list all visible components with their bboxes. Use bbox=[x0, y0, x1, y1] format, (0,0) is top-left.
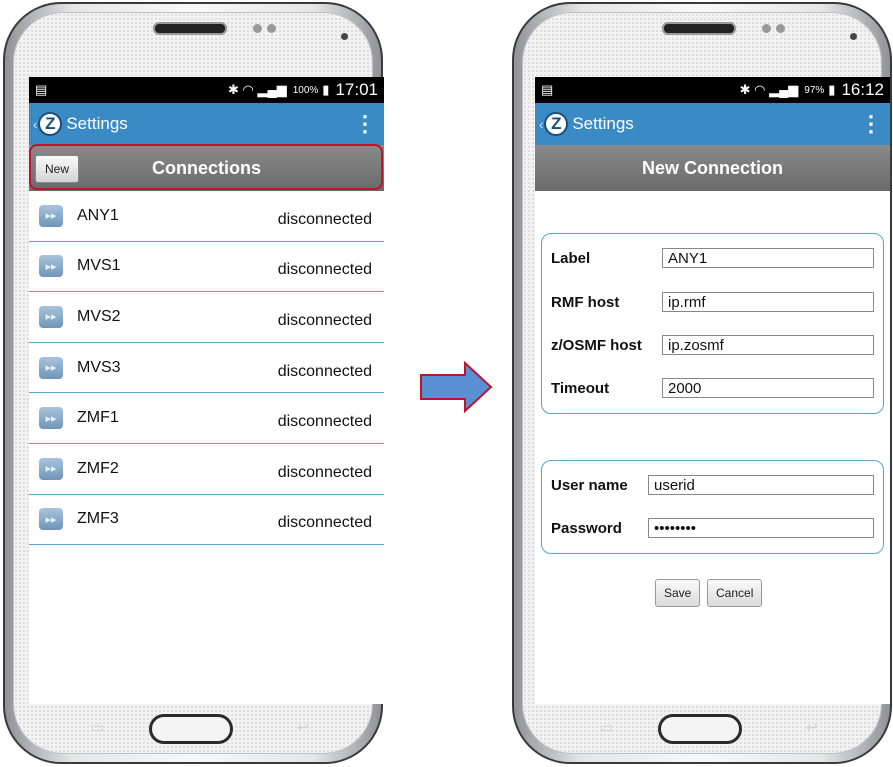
connection-icon: ▸▸ bbox=[39, 305, 63, 328]
battery-percent: 97% bbox=[804, 84, 825, 96]
status-bar: ▤ ✱ ◠ ▂▄▆ 100% ▮ 17:01 bbox=[29, 77, 384, 103]
timeout-label: Timeout bbox=[551, 379, 610, 397]
right-phone-frame: ▭ ↩ ▤ ✱ ◠ ▂▄▆ 97% ▮ 16:12 ‹ Z Settings ⋮… bbox=[512, 2, 892, 764]
action-bar: ‹ Z Settings ⋮ bbox=[535, 103, 890, 145]
connection-row[interactable]: ▸▸ ZMF1 disconnected bbox=[29, 393, 384, 444]
cancel-button[interactable]: Cancel bbox=[707, 579, 763, 607]
arrow-right-icon bbox=[420, 361, 493, 413]
rmf-host-input[interactable] bbox=[662, 292, 874, 312]
user-name-label: User name bbox=[551, 476, 628, 494]
action-bar-title: Settings bbox=[66, 114, 128, 133]
ambient-sensor bbox=[850, 33, 857, 40]
zosmf-host-row: z/OSMF host bbox=[542, 333, 883, 357]
speaker-grille bbox=[153, 22, 227, 35]
action-bar-title: Settings bbox=[572, 114, 634, 133]
ambient-sensor bbox=[341, 33, 348, 40]
connection-icon: ▸▸ bbox=[39, 508, 63, 531]
notification-icon: ▤ bbox=[541, 82, 554, 97]
proximity-sensor bbox=[776, 24, 785, 33]
battery-percent: 100% bbox=[292, 84, 319, 96]
new-connection-button[interactable]: New bbox=[35, 155, 80, 183]
connection-row[interactable]: ▸▸ MVS3 disconnected bbox=[29, 343, 384, 394]
label-field-label: Label bbox=[551, 249, 591, 267]
action-bar: ‹ Z Settings ⋮ bbox=[29, 103, 384, 145]
connection-label: ZMF3 bbox=[77, 510, 119, 528]
connection-row[interactable]: ▸▸ ZMF2 disconnected bbox=[29, 444, 384, 495]
label-input[interactable] bbox=[662, 248, 874, 268]
connection-row[interactable]: ▸▸ ANY1 disconnected bbox=[29, 191, 384, 242]
right-screen: ▤ ✱ ◠ ▂▄▆ 97% ▮ 16:12 ‹ Z Settings ⋮ New… bbox=[535, 77, 890, 704]
connection-label: MVS1 bbox=[77, 257, 121, 275]
connection-row[interactable]: ▸▸ ZMF3 disconnected bbox=[29, 495, 384, 546]
connection-icon: ▸▸ bbox=[39, 356, 63, 379]
left-screen: ▤ ✱ ◠ ▂▄▆ 100% ▮ 17:01 ‹ Z Settings ⋮ Ne… bbox=[29, 77, 384, 704]
connection-status: disconnected bbox=[277, 463, 372, 481]
front-camera bbox=[253, 24, 262, 33]
connection-status: disconnected bbox=[277, 261, 372, 279]
z-logo-icon[interactable]: Z bbox=[544, 112, 569, 136]
menu-softkey-icon[interactable]: ▭ bbox=[600, 719, 613, 736]
zosmf-host-input[interactable] bbox=[662, 335, 874, 355]
connection-label: MVS2 bbox=[77, 307, 121, 325]
connection-settings-box: Label RMF host z/OSMF host Timeout bbox=[541, 233, 884, 414]
password-row: Password bbox=[542, 516, 883, 540]
proximity-sensor bbox=[267, 24, 276, 33]
password-input[interactable] bbox=[648, 518, 874, 538]
connection-icon: ▸▸ bbox=[39, 204, 63, 227]
front-camera bbox=[762, 24, 771, 33]
status-bar: ▤ ✱ ◠ ▂▄▆ 97% ▮ 16:12 bbox=[535, 77, 890, 103]
z-logo-icon[interactable]: Z bbox=[38, 112, 63, 136]
save-button[interactable]: Save bbox=[655, 579, 701, 607]
bluetooth-wifi-signal-icons: ✱ ◠ ▂▄▆ bbox=[228, 82, 287, 97]
battery-icon: ▮ bbox=[828, 82, 836, 97]
connection-icon: ▸▸ bbox=[39, 255, 63, 278]
credentials-box: User name Password bbox=[541, 460, 884, 554]
zosmf-host-label: z/OSMF host bbox=[551, 336, 642, 354]
menu-softkey-icon[interactable]: ▭ bbox=[91, 719, 104, 736]
home-button[interactable] bbox=[658, 714, 742, 744]
connection-label: ZMF1 bbox=[77, 409, 119, 427]
connection-list: ▸▸ ANY1 disconnected ▸▸ MVS1 disconnected ▸▸… bbox=[29, 191, 384, 546]
speaker-grille bbox=[662, 22, 736, 35]
connection-row[interactable]: ▸▸ MVS1 disconnected bbox=[29, 242, 384, 293]
back-softkey-icon[interactable]: ↩ bbox=[297, 719, 309, 736]
page-title: Connections bbox=[151, 157, 261, 178]
connection-label: MVS3 bbox=[77, 358, 121, 376]
timeout-row: Timeout bbox=[542, 376, 883, 400]
overflow-menu-icon[interactable]: ⋮ bbox=[354, 111, 376, 137]
new-connection-header: New Connection bbox=[535, 145, 890, 191]
timeout-input[interactable] bbox=[662, 378, 874, 398]
page-title: New Connection bbox=[641, 157, 783, 178]
back-chevron-icon[interactable]: ‹ bbox=[539, 117, 543, 132]
clock: 17:01 bbox=[335, 80, 378, 99]
user-name-row: User name bbox=[542, 473, 883, 497]
connection-label: ZMF2 bbox=[77, 459, 119, 477]
connection-status: disconnected bbox=[277, 311, 372, 329]
left-phone-frame: ▭ ↩ ▤ ✱ ◠ ▂▄▆ 100% ▮ 17:01 ‹ Z Settings … bbox=[3, 2, 384, 764]
connection-status: disconnected bbox=[277, 413, 372, 431]
rmf-host-row: RMF host bbox=[542, 290, 883, 314]
connection-icon: ▸▸ bbox=[39, 407, 63, 430]
notification-icon: ▤ bbox=[35, 82, 48, 97]
back-chevron-icon[interactable]: ‹ bbox=[33, 117, 37, 132]
home-button[interactable] bbox=[149, 714, 233, 744]
label-row: Label bbox=[542, 246, 883, 270]
battery-icon: ▮ bbox=[322, 82, 330, 97]
connection-label: ANY1 bbox=[77, 206, 119, 224]
overflow-menu-icon[interactable]: ⋮ bbox=[860, 111, 882, 137]
connection-status: disconnected bbox=[277, 514, 372, 532]
password-label: Password bbox=[551, 519, 622, 537]
connection-icon: ▸▸ bbox=[39, 457, 63, 480]
bluetooth-wifi-signal-icons: ✱ ◠ ▂▄▆ bbox=[739, 82, 799, 97]
back-softkey-icon[interactable]: ↩ bbox=[806, 719, 818, 736]
connections-header: New Connections bbox=[29, 145, 384, 191]
connection-row[interactable]: ▸▸ MVS2 disconnected bbox=[29, 292, 384, 343]
connection-status: disconnected bbox=[277, 210, 372, 228]
connection-status: disconnected bbox=[277, 362, 372, 380]
clock: 16:12 bbox=[841, 80, 884, 99]
user-name-input[interactable] bbox=[648, 475, 874, 495]
rmf-host-label: RMF host bbox=[551, 293, 620, 311]
